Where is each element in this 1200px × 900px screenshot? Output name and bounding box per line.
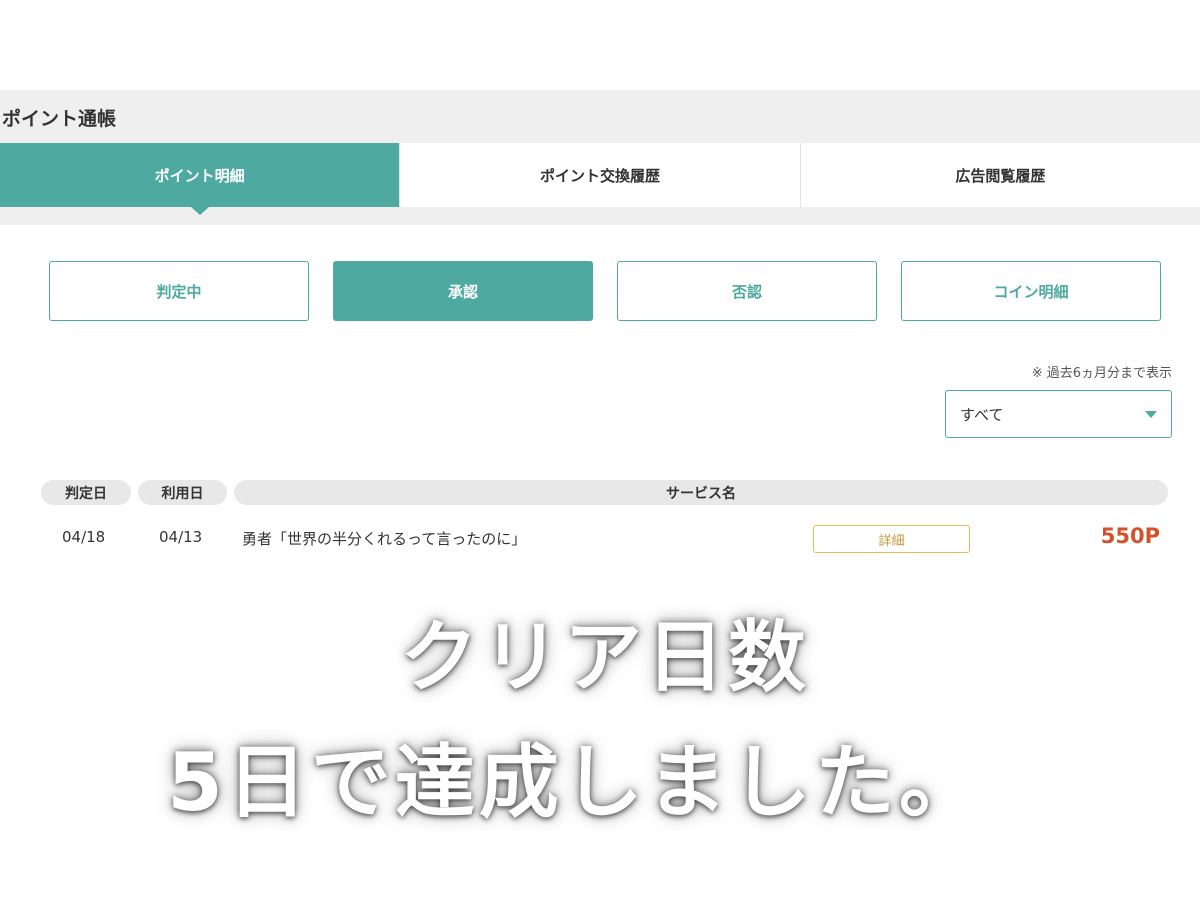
detail-button[interactable]: 詳細 (813, 525, 970, 553)
header-judged-date: 判定日 (41, 480, 131, 505)
chevron-down-icon (1145, 411, 1157, 418)
table-row: 04/18 04/13 勇者「世界の半分くれるって言ったのに」 詳細 550P (0, 520, 1200, 560)
page-title: ポイント通帳 (2, 108, 117, 130)
header-service-name: サービス名 (234, 480, 1168, 505)
tab-bar: ポイント明細 ポイント交換履歴 広告閲覧履歴 (0, 143, 1200, 215)
fade-overlay (0, 560, 1200, 600)
row-points: 550P (1100, 524, 1160, 548)
header-used-date: 利用日 (138, 480, 227, 505)
filter-rejected-button[interactable]: 否認 (617, 261, 877, 321)
category-select[interactable]: すべて (945, 390, 1172, 438)
tab-ad-view-history[interactable]: 広告閲覧履歴 (799, 143, 1200, 207)
row-service-name: 勇者「世界の半分くれるって言ったのに」 (242, 530, 527, 548)
tab-point-exchange-history[interactable]: ポイント交換履歴 (399, 143, 800, 207)
filter-pending-button[interactable]: 判定中 (49, 261, 309, 321)
caption-line-1: クリア日数 (399, 613, 810, 703)
filter-coin-details-button[interactable]: コイン明細 (901, 261, 1161, 321)
category-select-value: すべて (960, 405, 1004, 424)
point-passbook-screen: ポイント通帳 ポイント明細 ポイント交換履歴 広告閲覧履歴 判定中 承認 否認 … (0, 90, 1200, 570)
period-note: ※ 過去6ヵ月分まで表示 (1031, 366, 1172, 381)
status-filter-group: 判定中 承認 否認 コイン明細 (49, 261, 1161, 321)
row-judged-date: 04/18 (62, 528, 106, 546)
details-panel: 判定中 承認 否認 コイン明細 ※ 過去6ヵ月分まで表示 すべて 判定日 利用日… (0, 225, 1200, 570)
filter-approved-button[interactable]: 承認 (333, 261, 593, 321)
caption-line-2: 5日で達成しました。 (167, 736, 983, 829)
row-used-date: 04/13 (159, 528, 203, 546)
tab-point-details[interactable]: ポイント明細 (0, 143, 400, 215)
